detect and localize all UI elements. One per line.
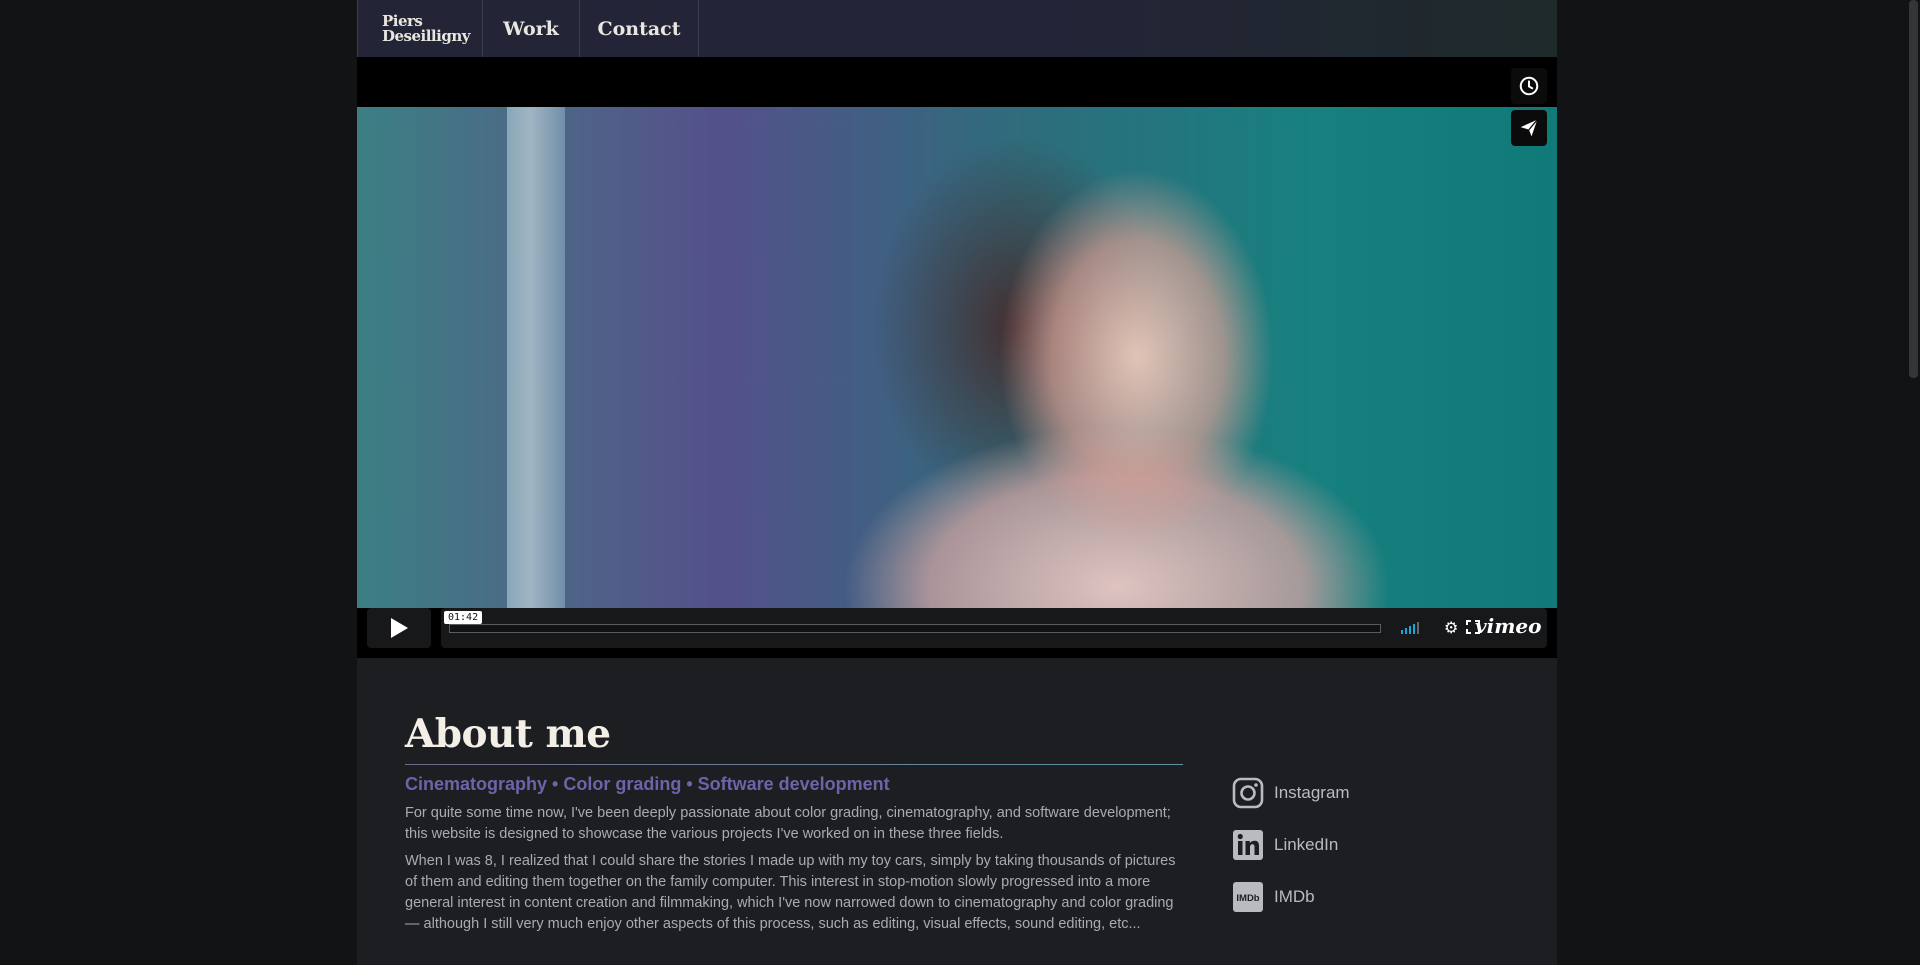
about-paragraph-1: For quite some time now, I've been deepl… bbox=[405, 805, 1171, 842]
instagram-icon bbox=[1232, 777, 1264, 809]
social-link-imdb[interactable]: IMDb IMDb bbox=[1232, 871, 1432, 923]
nav-work-link[interactable]: Work bbox=[483, 0, 580, 57]
watch-later-button[interactable] bbox=[1511, 68, 1547, 104]
logo-last-name: Deseilligny bbox=[382, 26, 470, 45]
video-controls: 01:42 ⚙ vimeo bbox=[367, 608, 1547, 648]
about-subtitle: Cinematography • Color grading • Softwar… bbox=[405, 774, 890, 794]
volume-bar bbox=[1413, 624, 1415, 634]
volume-bar bbox=[1417, 622, 1419, 634]
about-section: About me Cinematography • Color grading … bbox=[405, 710, 1183, 935]
imdb-icon: IMDb bbox=[1232, 881, 1264, 913]
social-links: Instagram LinkedIn IMDb IMDb bbox=[1232, 767, 1432, 923]
volume-bar bbox=[1401, 630, 1403, 634]
play-button[interactable] bbox=[367, 608, 431, 648]
page-scrollbar[interactable] bbox=[1906, 0, 1920, 965]
social-label-linkedin: LinkedIn bbox=[1274, 835, 1339, 854]
about-title: About me bbox=[405, 711, 611, 757]
linkedin-icon bbox=[1232, 829, 1264, 861]
clock-icon bbox=[1519, 76, 1539, 96]
video-player[interactable]: 01:42 ⚙ vimeo bbox=[357, 57, 1557, 658]
about-paragraph-2: When I was 8, I realized that I could sh… bbox=[405, 853, 1176, 932]
vimeo-logo[interactable]: vimeo bbox=[1475, 614, 1541, 638]
scrollbar-thumb[interactable] bbox=[1909, 0, 1918, 378]
control-bar: 01:42 ⚙ vimeo bbox=[441, 608, 1547, 648]
gear-icon[interactable]: ⚙ bbox=[1444, 618, 1458, 637]
share-button[interactable] bbox=[1511, 110, 1547, 146]
volume-bar bbox=[1405, 628, 1407, 634]
social-link-instagram[interactable]: Instagram bbox=[1232, 767, 1432, 819]
social-label-instagram: Instagram bbox=[1274, 783, 1350, 802]
about-divider bbox=[405, 764, 1183, 765]
time-tooltip: 01:42 bbox=[444, 611, 483, 624]
social-link-linkedin[interactable]: LinkedIn bbox=[1232, 819, 1432, 871]
paper-plane-icon bbox=[1520, 119, 1538, 137]
svg-text:IMDb: IMDb bbox=[1236, 893, 1259, 904]
nav-contact-link[interactable]: Contact bbox=[580, 0, 699, 57]
site-logo-link[interactable]: Piers Deseilligny bbox=[357, 0, 483, 57]
volume-bar bbox=[1409, 626, 1411, 634]
page-column: Piers Deseilligny Work Contact 01:42 ⚙ v… bbox=[357, 0, 1557, 965]
progress-bar[interactable]: 01:42 bbox=[444, 611, 1381, 633]
social-label-imdb: IMDb bbox=[1274, 887, 1315, 906]
play-icon bbox=[391, 618, 408, 638]
video-still-doorframe bbox=[507, 107, 565, 608]
volume-control[interactable] bbox=[1401, 622, 1419, 634]
video-frame[interactable] bbox=[357, 107, 1557, 608]
top-navigation: Piers Deseilligny Work Contact bbox=[357, 0, 1557, 58]
